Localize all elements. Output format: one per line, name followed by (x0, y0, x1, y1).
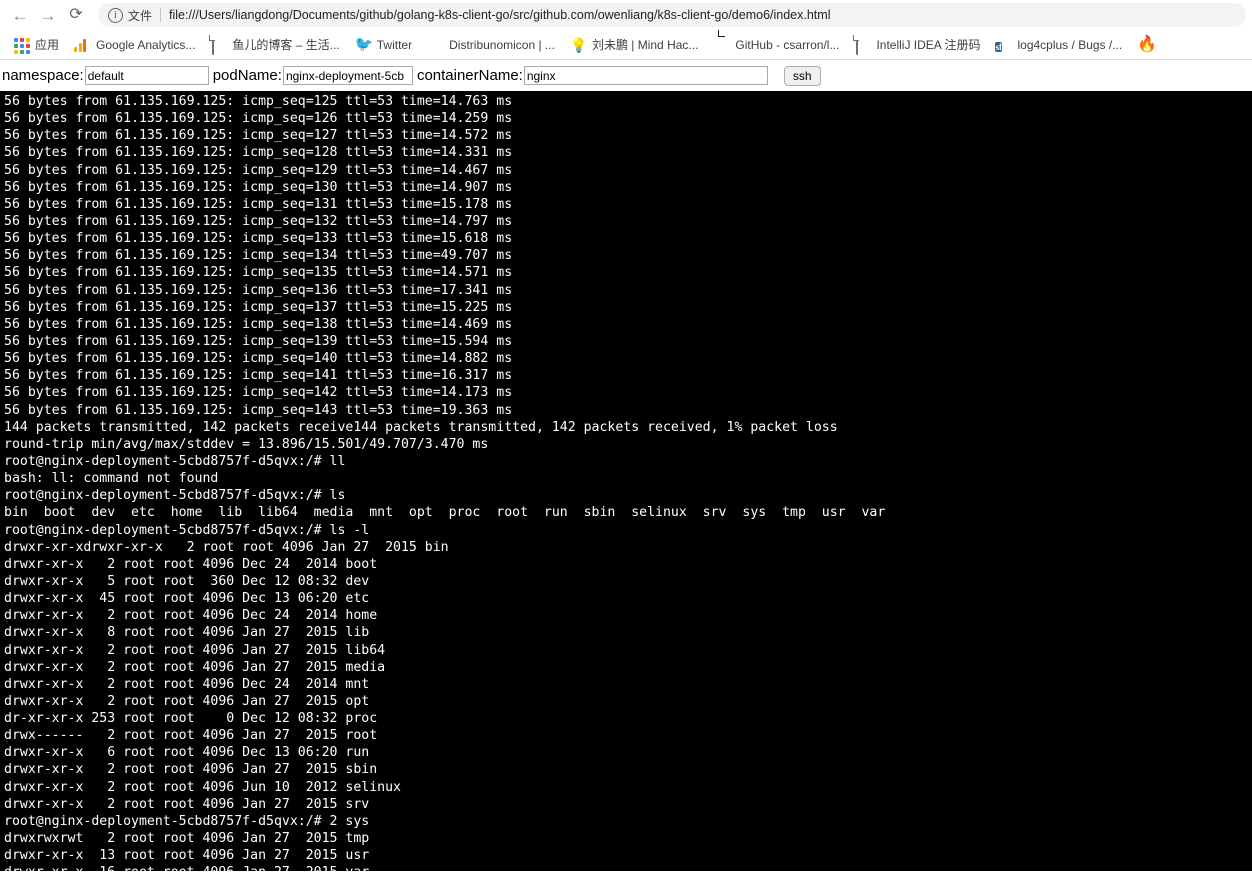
container-name-label: containerName: (416, 67, 523, 84)
namespace-input[interactable] (84, 66, 209, 85)
terminal-line: drwxr-xr-x 8 root root 4096 Jan 27 2015 … (4, 625, 370, 641)
terminal-line: 56 bytes from 61.135.169.125: icmp_seq=1… (4, 162, 513, 178)
terminal-line: drwxr-xr-x 2 root root 4096 Dec 24 2014 … (4, 556, 378, 572)
terminal-line: drwxr-xr-x 16 root root 4096 Jan 27 2015… (4, 864, 1252, 871)
back-icon[interactable]: ← (6, 1, 34, 29)
terminal-line: 56 bytes from 61.135.169.125: icmp_seq=1… (4, 196, 513, 212)
lightbulb-icon: 💡 (569, 36, 588, 53)
terminal-line: drwxr-xr-x 2 root root 4096 Dec 24 2014 … (4, 676, 370, 692)
terminal-line: root@nginx-deployment-5cbd8757f-d5qvx:/#… (4, 488, 346, 504)
flame-icon: 🔥 (1137, 35, 1158, 53)
bookmark-google-analytics[interactable]: Google Analytics... (67, 33, 202, 57)
container-name-input[interactable] (523, 66, 768, 85)
document-icon (210, 35, 226, 55)
terminal-line: 56 bytes from 61.135.169.125: icmp_seq=1… (4, 179, 513, 195)
bookmark-apps[interactable]: 应用 (6, 33, 66, 57)
terminal-line: 56 bytes from 61.135.169.125: icmp_seq=1… (4, 213, 513, 229)
terminal-line: 56 bytes from 61.135.169.125: icmp_seq=1… (4, 299, 513, 315)
bookmark-label: 刘未鹏 | Mind Hac... (591, 38, 699, 52)
terminal-line: 56 bytes from 61.135.169.125: icmp_seq=1… (4, 385, 513, 401)
namespace-label: namespace: (2, 67, 84, 84)
terminal-line: drwxr-xr-xdrwxr-xr-x 2 root root 4096 Ja… (4, 539, 449, 555)
bookmark-label: Google Analytics... (96, 37, 196, 52)
terminal-line: 56 bytes from 61.135.169.125: icmp_seq=1… (4, 402, 513, 418)
bookmark-intellij-idea[interactable]: IntelliJ IDEA 注册码 (847, 33, 987, 57)
terminal-line: 56 bytes from 61.135.169.125: icmp_seq=1… (4, 265, 513, 281)
terminal-line: bash: ll: command not found (4, 471, 219, 487)
bookmark-label: log4cplus / Bugs /... (1017, 37, 1123, 52)
info-icon[interactable]: i (108, 7, 123, 23)
google-analytics-icon (74, 38, 90, 52)
terminal-output[interactable]: 56 bytes from 61.135.169.125: icmp_seq=1… (0, 91, 1252, 871)
terminal-line: 56 bytes from 61.135.169.125: icmp_seq=1… (4, 248, 513, 264)
terminal-line: drwxr-xr-x 2 root root 4096 Jan 27 2015 … (4, 659, 386, 675)
pod-name-label: podName: (212, 67, 282, 84)
sourceforge-badge-label: sf (995, 41, 1002, 52)
terminal-line: round-trip min/avg/max/stddev = 13.896/1… (4, 436, 489, 452)
site-scheme-label: 文件 (128, 8, 153, 23)
terminal-line: root@nginx-deployment-5cbd8757f-d5qvx:/#… (4, 453, 346, 469)
terminal-line: 56 bytes from 61.135.169.125: icmp_seq=1… (4, 368, 513, 384)
bookmarks-bar: 应用 Google Analytics... 鱼儿的博客 – 生活... 🐦 T… (0, 30, 1252, 60)
terminal-line: 56 bytes from 61.135.169.125: icmp_seq=1… (4, 351, 513, 367)
terminal-line: drwxr-xr-x 2 root root 4096 Dec 24 2014 … (4, 608, 378, 624)
forward-icon[interactable]: → (34, 1, 62, 29)
terminal-line: bin boot dev etc home lib lib64 media mn… (4, 505, 886, 521)
bookmark-label: 应用 (35, 38, 60, 52)
twitter-icon: 🐦 (354, 35, 374, 53)
terminal-line: root@nginx-deployment-5cbd8757f-d5qvx:/#… (4, 522, 370, 538)
terminal-line: dr-xr-xr-x 253 root root 0 Dec 12 08:32 … (4, 711, 378, 727)
terminal-line: 56 bytes from 61.135.169.125: icmp_seq=1… (4, 282, 513, 298)
terminal-line: 56 bytes from 61.135.169.125: icmp_seq=1… (4, 145, 513, 161)
ssh-button[interactable]: ssh (783, 65, 821, 86)
pod-name-input[interactable] (282, 66, 413, 85)
terminal-line: 56 bytes from 61.135.169.125: icmp_seq=1… (4, 333, 513, 349)
bookmark-mind-hacks[interactable]: 💡 刘未鹏 | Mind Hac... (563, 33, 705, 57)
bookmark-label: IntelliJ IDEA 注册码 (876, 38, 981, 52)
sourceforge-icon: sf (995, 37, 1011, 53)
browser-chrome: ← → ⟳ i 文件 file:///Users/liangdong/Docum… (0, 0, 1252, 60)
browser-toolbar: ← → ⟳ i 文件 file:///Users/liangdong/Docum… (0, 0, 1252, 30)
terminal-line: drwxr-xr-x 45 root root 4096 Dec 13 06:2… (4, 591, 370, 607)
terminal-line: drwxrwxrwt 2 root root 4096 Jan 27 2015 … (4, 831, 370, 847)
bookmark-twitter[interactable]: 🐦 Twitter (348, 33, 419, 57)
exec-form: namespace: podName: containerName: ssh (0, 60, 1252, 91)
bookmark-overflow[interactable]: 🔥 (1130, 33, 1160, 57)
bookmark-label: GitHub - csarron/l... (735, 37, 840, 52)
url-text: file:///Users/liangdong/Documents/github… (169, 8, 831, 22)
terminal-line: 144 packets transmitted, 142 packets rec… (4, 419, 838, 435)
bookmark-distribunomicon[interactable]: Distribunomicon | ... (420, 33, 562, 57)
bookmark-label: Distribunomicon | ... (449, 37, 555, 52)
document-icon (854, 35, 870, 55)
bookmark-label: 鱼儿的博客 – 生活... (232, 38, 340, 52)
terminal-line: drwx------ 2 root root 4096 Jan 27 2015 … (4, 728, 378, 744)
bookmark-label: Twitter (376, 37, 413, 52)
terminal-line: 56 bytes from 61.135.169.125: icmp_seq=1… (4, 231, 513, 247)
terminal-line: drwxr-xr-x 2 root root 4096 Jun 10 2012 … (4, 779, 401, 795)
terminal-line: drwxr-xr-x 2 root root 4096 Jan 27 2015 … (4, 642, 386, 658)
page-content: namespace: podName: containerName: ssh 5… (0, 60, 1252, 871)
terminal-line: drwxr-xr-x 2 root root 4096 Jan 27 2015 … (4, 796, 370, 812)
omnibox-divider (160, 8, 162, 22)
terminal-line: drwxr-xr-x 5 root root 360 Dec 12 08:32 … (4, 573, 370, 589)
terminal-line: drwxr-xr-x 6 root root 4096 Dec 13 06:20… (4, 745, 370, 761)
terminal-line: drwxr-xr-x 2 root root 4096 Jan 27 2015 … (4, 762, 378, 778)
reload-icon[interactable]: ⟳ (62, 1, 90, 29)
terminal-line: 56 bytes from 61.135.169.125: icmp_seq=1… (4, 111, 513, 127)
bookmark-github-csarron[interactable]: GitHub - csarron/l... (706, 33, 846, 57)
apps-grid-icon (13, 37, 30, 54)
terminal-line: 56 bytes from 61.135.169.125: icmp_seq=1… (4, 316, 513, 332)
terminal-line: 56 bytes from 61.135.169.125: icmp_seq=1… (4, 128, 513, 144)
terminal-line: drwxr-xr-x 13 root root 4096 Jan 27 2015… (4, 848, 370, 864)
terminal-line: root@nginx-deployment-5cbd8757f-d5qvx:/#… (4, 813, 370, 829)
terminal-line: drwxr-xr-x 2 root root 4096 Jan 27 2015 … (4, 693, 370, 709)
github-icon (713, 37, 729, 53)
distribunomicon-icon (427, 37, 443, 53)
terminal-line: 56 bytes from 61.135.169.125: icmp_seq=1… (4, 94, 513, 109)
address-bar[interactable]: i 文件 file:///Users/liangdong/Documents/g… (98, 3, 1246, 27)
bookmark-yuer-blog[interactable]: 鱼儿的博客 – 生活... (203, 33, 346, 57)
bookmark-log4cplus[interactable]: sf log4cplus / Bugs /... (988, 33, 1129, 57)
